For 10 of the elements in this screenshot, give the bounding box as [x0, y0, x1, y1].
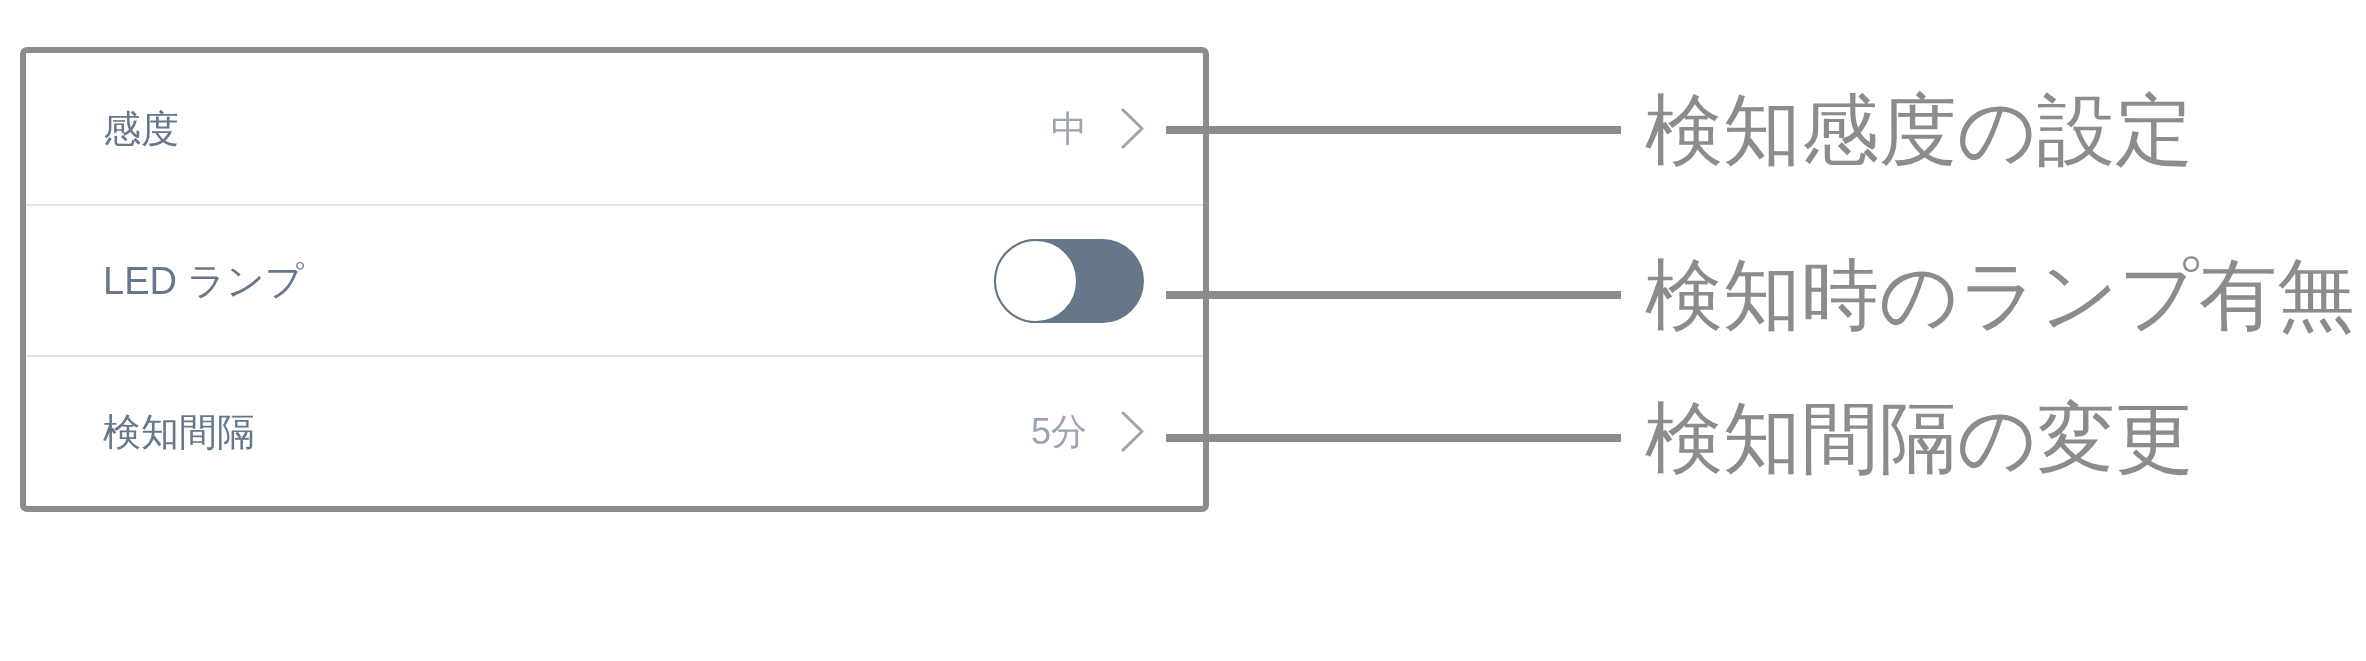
setting-label: LED ランプ [103, 261, 305, 300]
annotation-label: 検知間隔の変更 [1645, 399, 2193, 477]
annotation-label: 検知時のランプ有無 [1645, 256, 2355, 334]
setting-value: 5分 [1030, 413, 1087, 450]
chevron-right-icon [1121, 108, 1144, 149]
chevron-right-icon [1121, 411, 1144, 452]
setting-value: 中 [1051, 110, 1087, 147]
setting-label: 感度 [103, 109, 179, 148]
annotation-label: 検知感度の設定 [1645, 91, 2193, 169]
setting-label: 検知間隔 [103, 412, 255, 451]
